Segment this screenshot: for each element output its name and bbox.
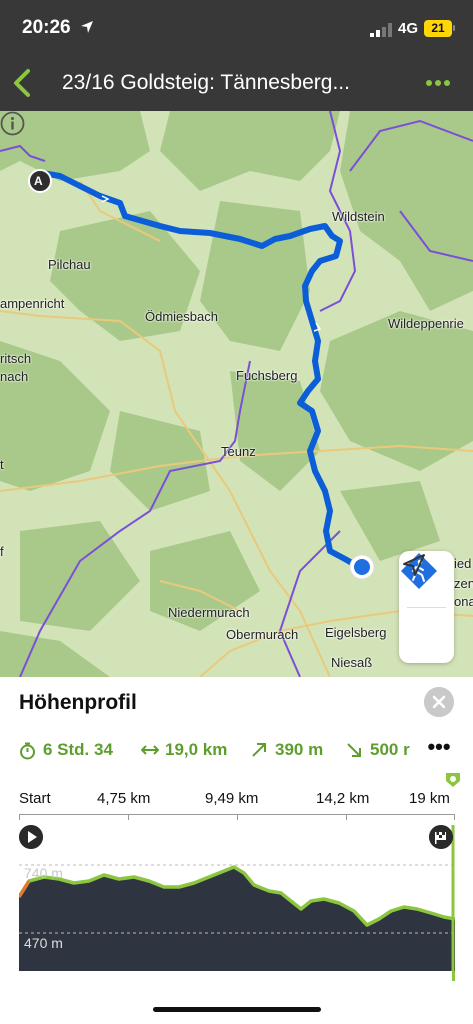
battery-icon: 21 [424, 20, 452, 37]
page-title: 23/16 Goldsteig: Tännesberg... [62, 71, 350, 94]
back-arrow-icon[interactable] [8, 66, 38, 100]
place-fritsch: ritsch [0, 351, 32, 366]
place-ied: ied [454, 556, 472, 571]
place-zen: zen [454, 576, 473, 591]
place-teunz: Teunz [221, 444, 256, 459]
stat-distance: 19,0 km [141, 739, 251, 763]
network-type: 4G [398, 20, 419, 37]
stopwatch-icon [20, 742, 35, 760]
info-icon[interactable] [0, 111, 25, 136]
ascent-arrow-icon [252, 743, 266, 757]
axis-tick [19, 815, 20, 820]
descent-value: 500 r [370, 740, 410, 759]
axis-tick [128, 815, 129, 820]
stats-more-button[interactable]: ••• [424, 736, 454, 761]
distance-tick-label: 9,49 km [205, 790, 259, 807]
distance-arrows-icon [141, 745, 159, 755]
more-options-icon[interactable] [422, 70, 454, 96]
close-icon[interactable] [424, 687, 454, 717]
place-nach: nach [0, 369, 29, 384]
place-ona: ona [454, 594, 473, 609]
battery-tip [453, 25, 455, 31]
map-controls [399, 551, 454, 663]
stat-ascent: 390 m [251, 739, 346, 763]
navigation-arrow-icon[interactable] [399, 551, 429, 581]
elevation-panel: Höhenprofil 6 Std. 34 19,0 km 390 m 500 … [0, 677, 473, 1024]
place-pilchau: Pilchau [48, 257, 91, 272]
place-eigelsberg: Eigelsberg [325, 625, 387, 640]
duration-value: 6 Std. 34 [43, 740, 113, 759]
distance-tick-label: 4,75 km [97, 790, 151, 807]
position-cursor-below [452, 971, 455, 981]
distance-tick-label: 14,2 km [316, 790, 370, 807]
place-wildeppenried: Wildeppenrie [388, 316, 464, 331]
position-cursor-handle[interactable] [444, 771, 462, 789]
start-marker-label: A [34, 174, 43, 188]
stat-duration: 6 Std. 34 [19, 739, 134, 763]
place-wildstein: Wildstein [332, 209, 385, 224]
axis-tick [237, 815, 238, 820]
start-flag-icon [19, 825, 43, 849]
distance-axis: Start 4,75 km 9,49 km 14,2 km 19 km [19, 790, 455, 820]
controls-separator [407, 607, 446, 608]
place-oedmiesbach: Ödmiesbach [145, 309, 218, 324]
place-niesass: Niesaß [331, 655, 373, 670]
finish-flag-icon [429, 825, 453, 849]
place-t: t [0, 457, 4, 472]
distance-tick-label: 19 km [409, 790, 450, 807]
signal-icon [370, 23, 392, 37]
place-f: f [0, 544, 4, 559]
route-stats: 6 Std. 34 19,0 km 390 m 500 r [19, 739, 459, 763]
elevation-profile-chart[interactable]: 740 m 470 m [19, 825, 455, 971]
status-bar: 20:26 4G 21 [0, 0, 473, 56]
place-obermurach: Obermurach [226, 627, 299, 642]
axis-tick [454, 815, 455, 820]
axis-tick [346, 815, 347, 820]
place-rampenricht: ampenricht [0, 296, 65, 311]
distance-value: 19,0 km [165, 740, 228, 759]
place-fuchsberg: Fuchsberg [236, 368, 298, 383]
location-arrow-icon [81, 21, 93, 33]
ascent-value: 390 m [275, 740, 324, 759]
home-indicator[interactable] [153, 1007, 321, 1012]
status-time: 20:26 [22, 17, 71, 38]
elevation-label-low: 470 m [24, 935, 63, 951]
navigation-bar: 23/16 Goldsteig: Tännesberg... [0, 56, 473, 111]
descent-arrow-icon [347, 743, 361, 757]
panel-title: Höhenprofil [19, 691, 137, 714]
map-view[interactable]: A Pilchau Wildstein ampenricht Ödmiesbac… [0, 111, 473, 677]
place-niedermurach: Niedermurach [168, 605, 250, 620]
elevation-label-high: 740 m [24, 865, 63, 881]
distance-tick-label: Start [19, 790, 51, 807]
elevation-profile-svg[interactable] [19, 825, 455, 971]
